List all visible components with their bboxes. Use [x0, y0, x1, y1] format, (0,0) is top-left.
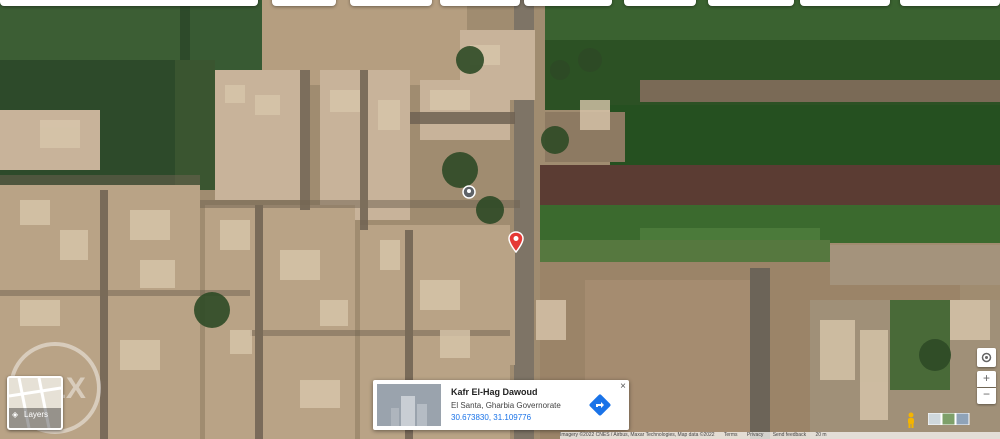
- pegman-icon[interactable]: [905, 412, 917, 428]
- imagery-thumbnails[interactable]: [928, 413, 970, 425]
- category-chip[interactable]: [708, 0, 794, 6]
- category-chip[interactable]: [440, 0, 520, 6]
- layers-control[interactable]: [7, 376, 63, 430]
- location-pin-icon[interactable]: [508, 231, 524, 253]
- plowed-field: [540, 165, 1000, 205]
- feedback-link[interactable]: Send feedback: [773, 432, 806, 438]
- category-chip[interactable]: [624, 0, 696, 6]
- scale-label: 20 m: [815, 432, 827, 438]
- map-attribution: Imagery ©2022 CNES / Airbus, Maxar Techn…: [560, 432, 1000, 439]
- category-chip[interactable]: [800, 0, 890, 6]
- satellite-map[interactable]: [0, 0, 1000, 439]
- category-chip[interactable]: [524, 0, 612, 6]
- imagery-credit: Imagery ©2022 CNES / Airbus, Maxar Techn…: [560, 432, 715, 438]
- poi-marker-icon[interactable]: [462, 185, 476, 199]
- close-card-button[interactable]: ×: [620, 382, 626, 392]
- place-region: El Santa, Gharbia Governorate: [451, 401, 561, 410]
- zoom-out-button[interactable]: −: [977, 388, 996, 404]
- place-title: Kafr El-Hag Dawoud: [451, 387, 538, 397]
- layers-label: Layers: [24, 410, 49, 419]
- layers-thumbnail: [9, 378, 61, 428]
- place-thumbnail[interactable]: [377, 384, 441, 426]
- place-coordinates[interactable]: 30.673830, 31.109776: [451, 413, 531, 422]
- category-chip[interactable]: [350, 0, 432, 6]
- category-chip[interactable]: [900, 0, 1000, 6]
- terms-link[interactable]: Terms: [724, 432, 738, 438]
- my-location-button[interactable]: [977, 348, 996, 367]
- place-info-card[interactable]: Kafr El-Hag Dawoud El Santa, Gharbia Gov…: [373, 380, 629, 430]
- crosshair-icon: [981, 352, 992, 363]
- privacy-link[interactable]: Privacy: [747, 432, 763, 438]
- zoom-in-button[interactable]: +: [977, 371, 996, 387]
- directions-icon[interactable]: [589, 394, 611, 416]
- layers-icon: ◈: [12, 410, 19, 419]
- category-chip[interactable]: [272, 0, 336, 6]
- search-box[interactable]: [0, 0, 258, 6]
